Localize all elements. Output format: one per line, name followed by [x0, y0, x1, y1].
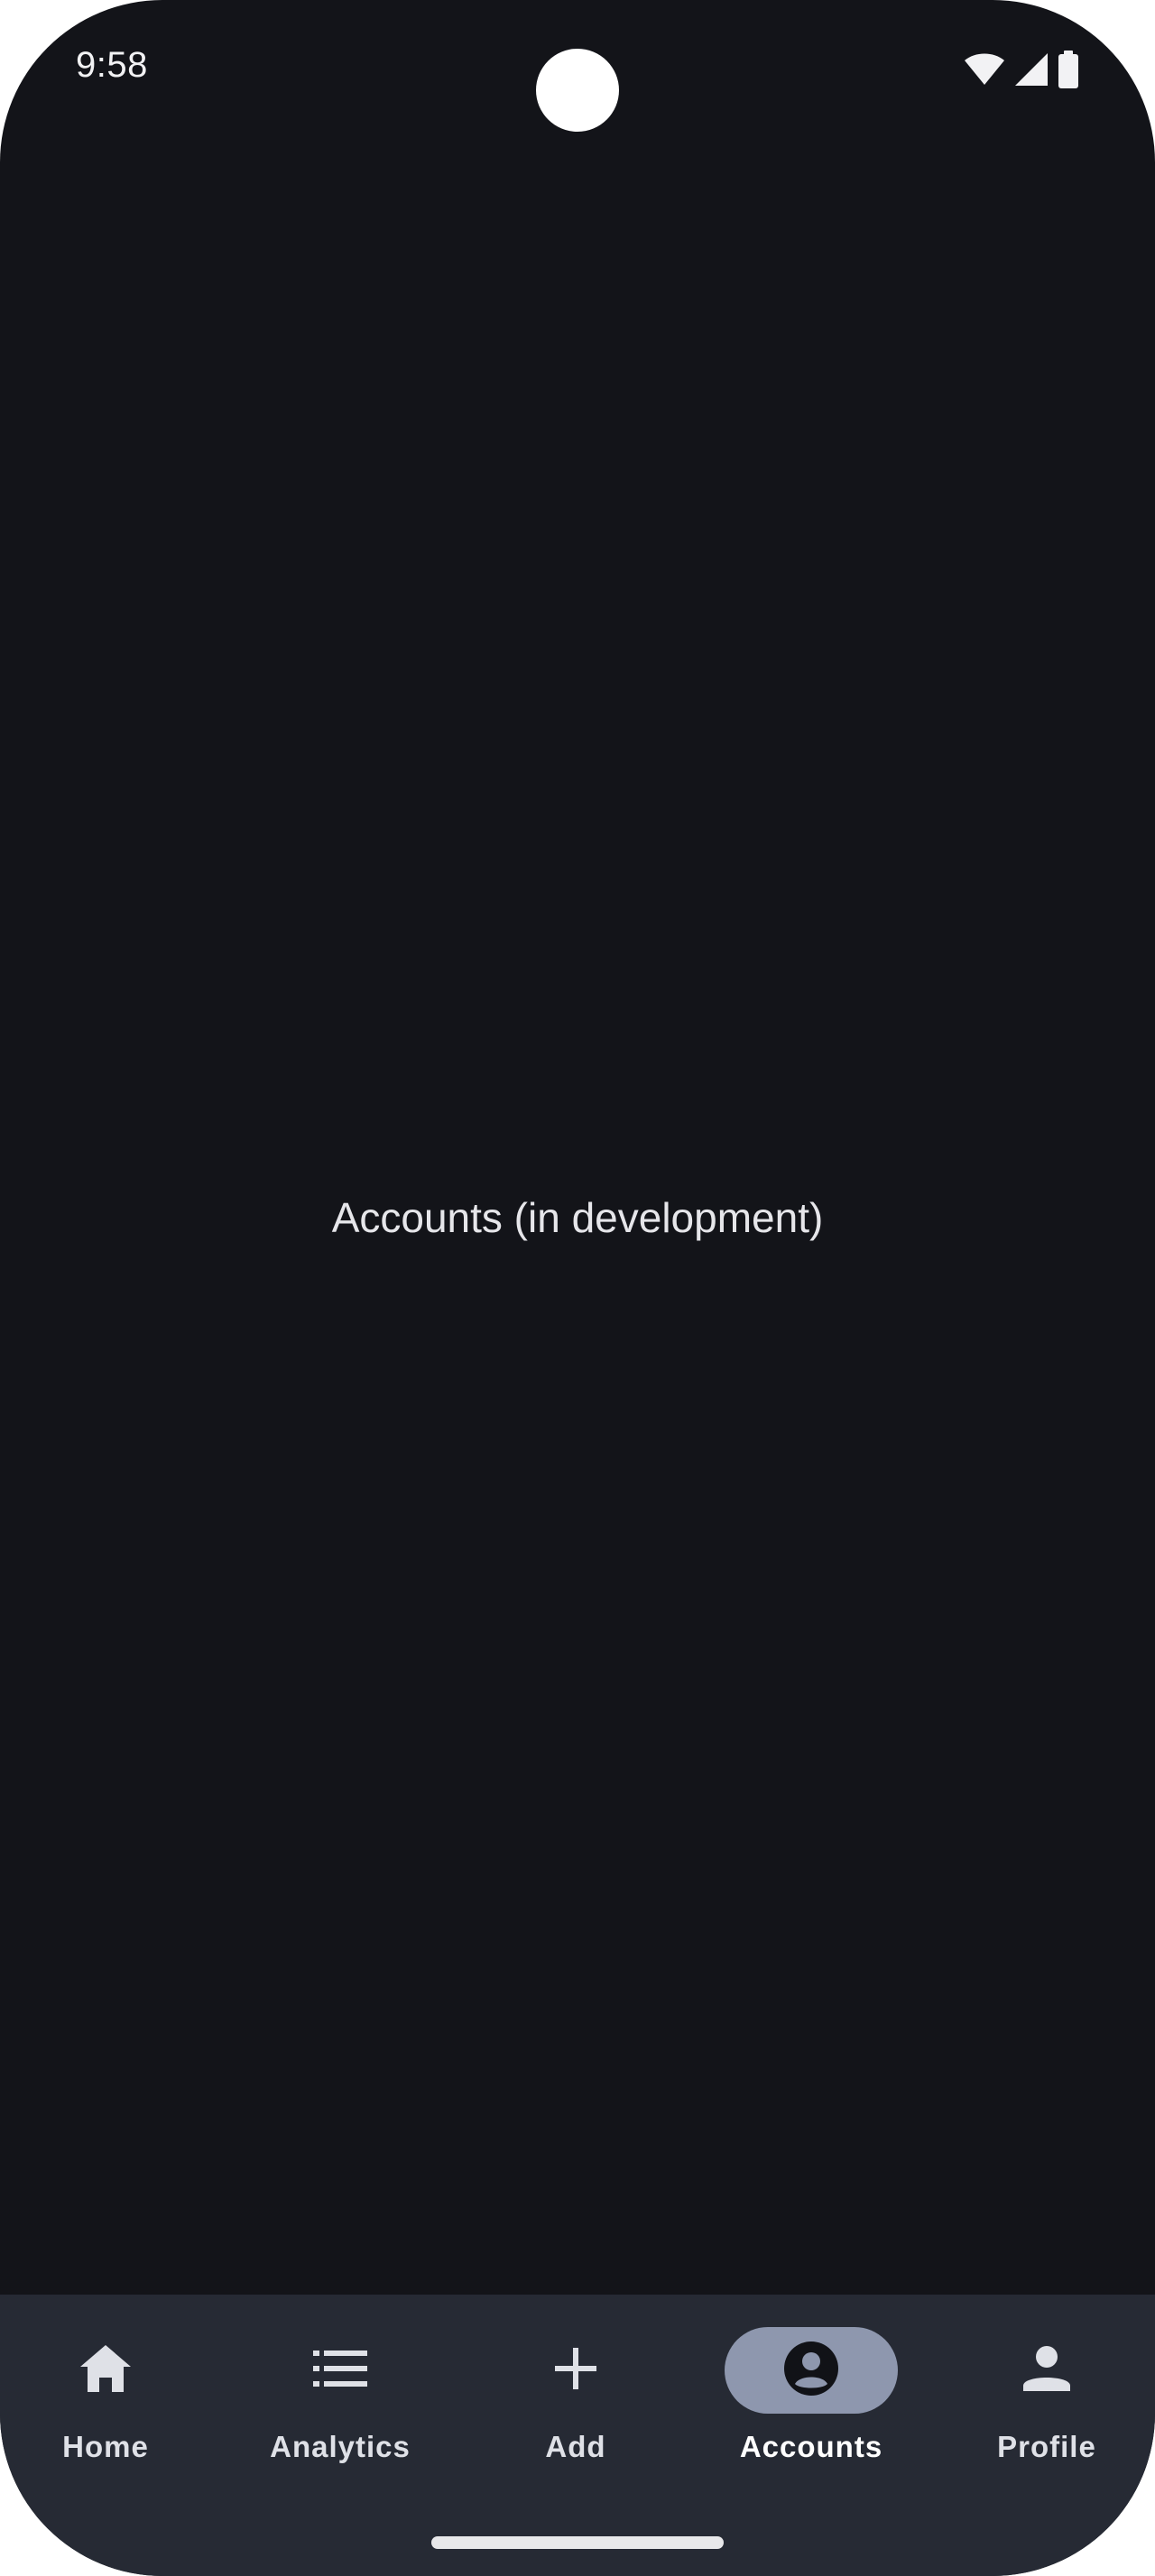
accounts-placeholder-text: Accounts (in development): [331, 1194, 824, 1241]
account-circle-icon: [783, 2341, 839, 2401]
home-gesture-indicator[interactable]: [431, 2536, 724, 2549]
nav-label-accounts: Accounts: [739, 2430, 883, 2463]
nav-icon-container: [489, 2327, 662, 2414]
nav-label-home: Home: [62, 2430, 149, 2463]
plus-icon: [555, 2347, 596, 2394]
nav-icon-active-pill: [725, 2327, 898, 2414]
status-bar: 9:58: [0, 0, 1155, 135]
list-icon: [313, 2349, 367, 2393]
nav-item-accounts[interactable]: Accounts: [696, 2327, 927, 2507]
person-icon: [1023, 2345, 1070, 2396]
home-icon: [79, 2343, 133, 2398]
main-content: Accounts (in development): [0, 135, 1155, 2295]
nav-label-analytics: Analytics: [270, 2430, 411, 2463]
bottom-navigation: Home Analytics Add Accounts Profile: [0, 2295, 1155, 2576]
nav-item-profile[interactable]: Profile: [931, 2327, 1155, 2507]
camera-cutout: [536, 49, 619, 132]
status-time: 9:58: [76, 45, 148, 85]
cellular-signal-icon: [1014, 52, 1049, 87]
nav-icon-container: [19, 2327, 192, 2414]
nav-label-add: Add: [545, 2430, 606, 2463]
wifi-icon: [964, 53, 1005, 86]
battery-icon: [1058, 51, 1079, 88]
nav-icon-container: [960, 2327, 1133, 2414]
nav-item-analytics[interactable]: Analytics: [225, 2327, 456, 2507]
nav-item-home[interactable]: Home: [0, 2327, 221, 2507]
status-icons: [964, 51, 1079, 88]
nav-icon-container: [254, 2327, 427, 2414]
phone-screen: 9:58 Accounts (in development) Home Anal…: [0, 0, 1155, 2576]
nav-item-add[interactable]: Add: [460, 2327, 691, 2507]
nav-label-profile: Profile: [997, 2430, 1096, 2463]
